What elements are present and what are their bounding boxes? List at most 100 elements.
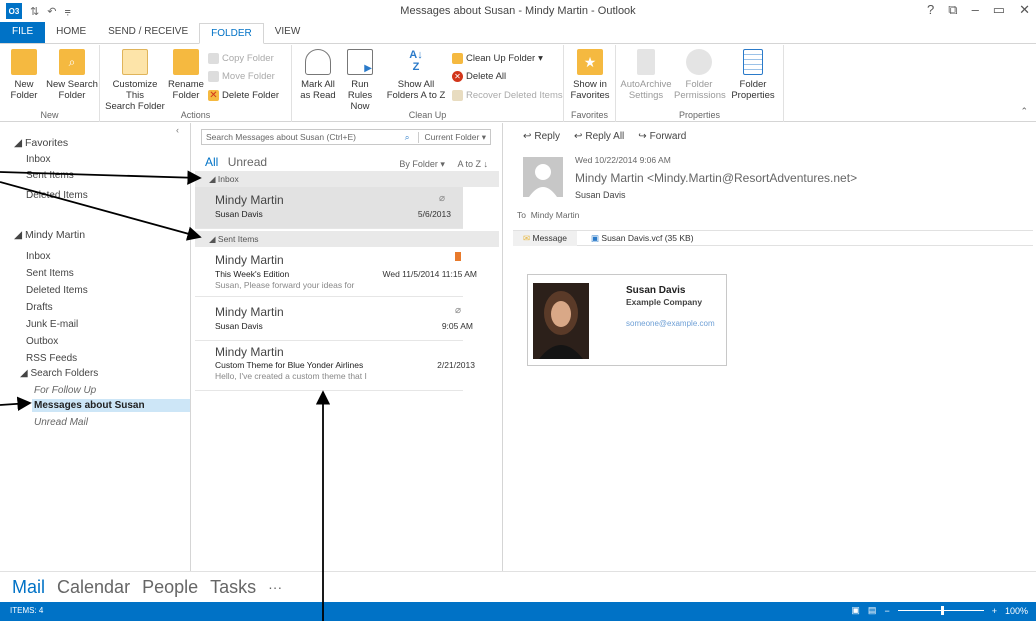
minimize-button[interactable]: – [972,2,979,18]
nav-inbox[interactable]: Inbox [26,251,50,262]
reply-all-button[interactable]: ↩ Reply All [574,131,624,142]
clean-up-folder-label: Clean Up Folder [466,53,536,64]
account-header[interactable]: ◢ Mindy Martin [14,229,85,241]
message-item[interactable]: Mindy Martin This Week's Edition Susan, … [195,247,477,297]
message-item[interactable]: Mindy Martin Susan Davis 5/6/2013 ⌀ [195,187,463,229]
message-tab[interactable]: ✉ Message [513,230,577,246]
ribbon-display-options-button[interactable]: ⧉ [948,2,957,18]
tab-file[interactable]: FILE [0,22,46,43]
move-folder-button[interactable]: Move Folder [208,71,275,82]
search-folders-header[interactable]: ◢ Search Folders [20,368,98,379]
rename-folder-button[interactable]: Rename Folder [168,49,204,101]
message-date: 5/6/2013 [417,209,451,219]
clean-up-folder-button[interactable]: Clean Up Folder ▾ [452,53,543,64]
tab-send-receive[interactable]: SEND / RECEIVE [97,22,199,43]
nav-favorite-sent-items[interactable]: Sent Items [26,170,74,181]
nav-rss-feeds[interactable]: RSS Feeds [26,353,77,364]
message-list-pane: Search Messages about Susan (Ctrl+E) ⌕ C… [191,123,503,571]
zoom-level[interactable]: 100% [1005,606,1028,616]
autoarchive-settings-button[interactable]: AutoArchive Settings [620,49,672,101]
collapse-pane-icon[interactable]: ‹ [176,125,179,135]
forward-button[interactable]: ↪ Forward [638,131,686,142]
recover-icon [452,90,463,101]
nav-more-icon[interactable]: ··· [268,579,282,595]
zoom-slider[interactable] [897,606,984,615]
nav-for-follow-up[interactable]: For Follow Up [34,385,96,396]
message-item[interactable]: Mindy Martin Custom Theme for Blue Yonde… [195,343,475,391]
nav-favorite-deleted-items[interactable]: Deleted Items [26,190,88,201]
folder-permissions-button[interactable]: Folder Permissions [674,49,726,101]
nav-favorite-inbox[interactable]: Inbox [26,154,50,165]
star-folder-icon: ★ [577,49,603,75]
response-actions: ↩ Reply ↩ Reply All ↪ Forward [523,131,686,142]
tab-view[interactable]: VIEW [264,22,312,43]
filter-unread[interactable]: Unread [228,155,267,169]
customize-search-folder-button[interactable]: Customize This Search Folder [104,49,166,112]
message-from[interactable]: Mindy Martin <Mindy.Martin@ResortAdventu… [575,171,857,185]
tab-home[interactable]: HOME [45,22,97,43]
run-rules-button[interactable]: ▶ Run Rules Now [340,49,380,112]
normal-view-icon[interactable]: ▣ [851,605,860,616]
new-folder-button[interactable]: New Folder [4,49,44,101]
reply-button[interactable]: ↩ Reply [523,131,560,142]
sort-order-toggle[interactable]: A to Z ↓ [457,159,488,169]
folder-properties-button[interactable]: Folder Properties [728,49,778,101]
reply-label: Reply [534,131,560,142]
help-button[interactable]: ? [927,2,934,18]
show-all-folders-button[interactable]: A↓ Z Show All Folders A to Z [384,49,448,101]
business-card[interactable]: Susan Davis Example Company someone@exam… [527,274,727,366]
nav-tasks[interactable]: Tasks [210,577,256,598]
attachment-label: Susan Davis.vcf (35 KB) [601,232,694,243]
message-item[interactable]: Mindy Martin Susan Davis 9:05 AM ⌀ [195,299,473,341]
people-icon [686,49,712,75]
customize-search-folder-icon [122,49,148,75]
group-header-inbox[interactable]: ◢ Inbox [195,171,499,187]
search-folder-icon: ⌕ [59,49,85,75]
autoarchive-settings-label: AutoArchive Settings [620,79,672,101]
nav-unread-mail[interactable]: Unread Mail [34,417,88,428]
delete-folder-button[interactable]: ✕ Delete Folder [208,90,279,101]
maximize-button[interactable]: ▭ [993,2,1005,18]
search-box[interactable]: Search Messages about Susan (Ctrl+E) ⌕ C… [201,129,491,145]
group-header-sent-items[interactable]: ◢ Sent Items [195,231,499,247]
contact-photo [533,283,589,359]
delete-folder-label: Delete Folder [222,90,280,101]
recover-deleted-items-button[interactable]: Recover Deleted Items [452,90,563,101]
mark-all-read-button[interactable]: Mark All as Read [298,49,338,101]
clean-up-folder-icon [452,53,463,64]
group-sent-items-label: Sent Items [217,234,259,244]
arrange-by-dropdown[interactable]: By Folder ▾ [399,159,445,169]
zoom-in-button[interactable]: + [992,606,997,616]
sender-avatar[interactable] [523,157,563,197]
card-email[interactable]: someone@example.com [626,319,715,328]
nav-messages-about-susan[interactable]: Messages about Susan [32,399,190,412]
nav-calendar[interactable]: Calendar [57,577,130,598]
collapse-ribbon-icon[interactable]: ⌃ [1020,106,1028,117]
zoom-out-button[interactable]: − [884,606,889,616]
nav-people[interactable]: People [142,577,198,598]
to-recipient[interactable]: Mindy Martin [531,210,580,220]
paperclip-icon: ⌀ [454,305,461,316]
attachment-file[interactable]: ▣ Susan Davis.vcf (35 KB) [591,233,694,244]
search-scope-dropdown[interactable]: Current Folder ▾ [417,131,486,143]
copy-folder-button[interactable]: Copy Folder [208,53,274,64]
zoom-slider-thumb[interactable] [940,606,944,615]
new-search-folder-button[interactable]: ⌕ New Search Folder [46,49,98,101]
card-name: Susan Davis [626,285,686,296]
search-input[interactable]: Search Messages about Susan (Ctrl+E) [206,132,397,142]
search-icon[interactable]: ⌕ [405,132,410,143]
search-scope-label: Current Folder [424,131,480,142]
show-in-favorites-button[interactable]: ★ Show in Favorites [568,49,612,101]
favorites-header[interactable]: ◢ Favorites [14,137,68,149]
delete-all-button[interactable]: ✕ Delete All [452,71,506,82]
nav-sent-items[interactable]: Sent Items [26,268,74,279]
nav-deleted-items[interactable]: Deleted Items [26,285,88,296]
reading-view-icon[interactable]: ▤ [868,605,877,616]
nav-mail[interactable]: Mail [12,577,45,598]
filter-all[interactable]: All [205,155,218,169]
nav-outbox[interactable]: Outbox [26,336,58,347]
nav-junk-email[interactable]: Junk E-mail [26,319,78,330]
close-button[interactable]: ✕ [1019,2,1030,18]
tab-folder[interactable]: FOLDER [199,23,264,44]
nav-drafts[interactable]: Drafts [26,302,53,313]
